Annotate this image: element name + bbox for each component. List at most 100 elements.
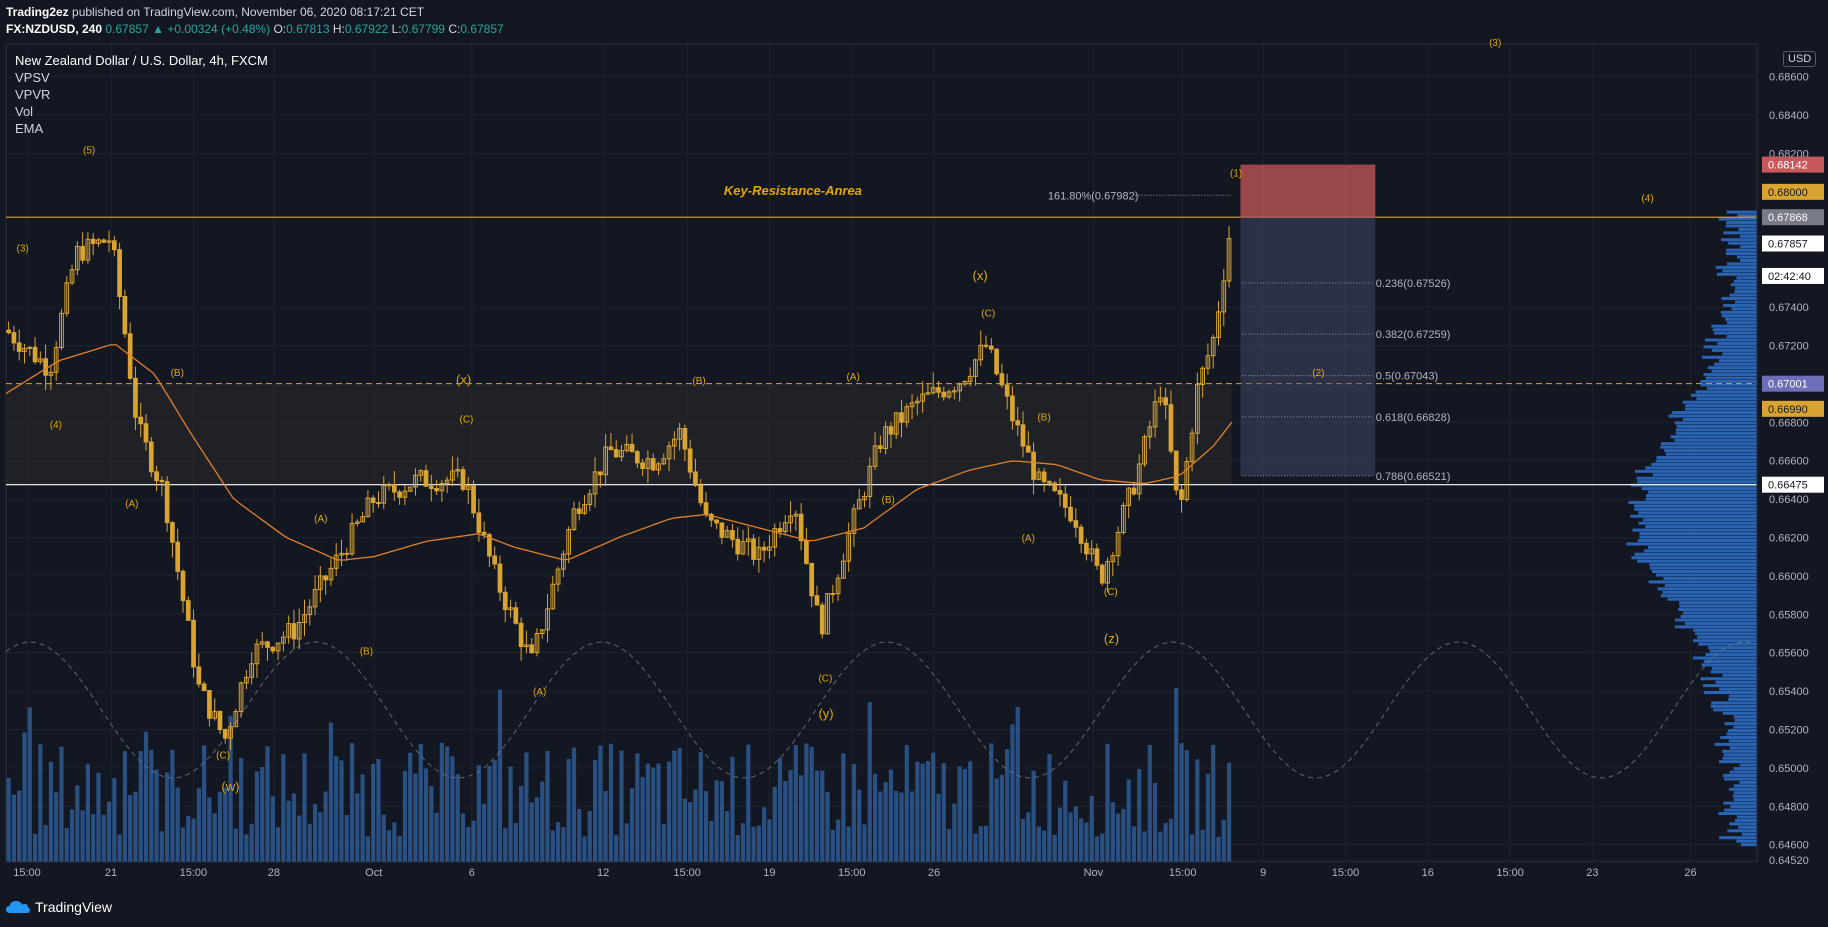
- volume-bar: [265, 746, 270, 862]
- profile-bar: [1718, 359, 1757, 363]
- volume-bar: [392, 822, 397, 862]
- profile-bar: [1733, 767, 1757, 771]
- candle-body: [217, 710, 223, 731]
- volume-bar: [762, 807, 767, 862]
- volume-bar: [371, 763, 376, 862]
- volume-bar: [1189, 834, 1195, 862]
- indicator-vpsv[interactable]: VPSV: [15, 69, 268, 86]
- x-tick-label: 21: [105, 867, 117, 879]
- wave-label: (A): [1022, 533, 1035, 544]
- tradingview-logo[interactable]: TradingView: [6, 899, 112, 915]
- candle-body: [196, 666, 202, 685]
- profile-bar: [1697, 635, 1757, 639]
- volume-bar: [920, 763, 925, 862]
- candle-body: [476, 512, 482, 533]
- currency-badge[interactable]: USD: [1783, 51, 1817, 67]
- volume-bar: [614, 835, 619, 862]
- x-tick-label: 16: [1422, 867, 1434, 879]
- fib-label: 0.382(0.67259): [1376, 329, 1451, 341]
- candle-body: [1073, 520, 1079, 528]
- profile-bar: [1645, 494, 1757, 498]
- volume-bar: [17, 790, 22, 862]
- volume-bar: [1211, 744, 1216, 862]
- candle-body: [719, 522, 725, 538]
- volume-bar: [693, 789, 698, 862]
- indicator-ema[interactable]: EMA: [15, 120, 268, 137]
- candle-body: [714, 519, 719, 524]
- profile-bar: [1733, 784, 1757, 788]
- volume-bar: [492, 760, 497, 862]
- author[interactable]: Trading2ez: [6, 5, 69, 19]
- indicator-vol[interactable]: Vol: [15, 103, 268, 120]
- profile-bar: [1725, 224, 1757, 228]
- volume-bar: [249, 823, 254, 862]
- volume-bar: [550, 830, 555, 862]
- volume-bar: [1015, 707, 1020, 862]
- candle-body: [518, 622, 524, 648]
- volume-bar: [64, 827, 69, 862]
- x-tick-label: 26: [928, 867, 940, 879]
- candle-body: [777, 528, 783, 532]
- profile-bar: [1714, 362, 1757, 366]
- volume-bar: [445, 746, 450, 862]
- profile-bar: [1645, 466, 1757, 470]
- indicator-vpvr[interactable]: VPVR: [15, 86, 268, 103]
- profile-bar: [1739, 780, 1757, 784]
- y-tick-label: 0.64600: [1769, 840, 1809, 852]
- profile-bar: [1638, 511, 1757, 515]
- volume-bar: [529, 802, 534, 862]
- volume-bar: [91, 814, 96, 862]
- y-tick-label: 0.64520: [1769, 855, 1809, 867]
- volume-bar: [233, 828, 238, 862]
- profile-bar: [1630, 514, 1757, 518]
- wave-label: (3): [1489, 38, 1501, 49]
- y-tick-label: 0.65200: [1769, 725, 1809, 737]
- candle-body: [11, 332, 17, 344]
- profile-bar: [1663, 576, 1757, 580]
- fib-label: 0.5(0.67043): [1376, 371, 1438, 383]
- profile-bar: [1710, 670, 1757, 674]
- profile-bar: [1693, 628, 1757, 632]
- profile-bar: [1725, 252, 1757, 256]
- candle-body: [90, 238, 96, 244]
- volume-bar: [117, 834, 122, 862]
- volume-bar: [59, 746, 64, 862]
- profile-bar: [1728, 694, 1757, 698]
- candle-body: [1078, 526, 1084, 544]
- profile-bar: [1670, 435, 1757, 439]
- wave-label: (4): [1641, 193, 1653, 204]
- profile-bar: [1703, 373, 1757, 377]
- wave-label: Key-Resistance-Anrea: [724, 183, 862, 198]
- candle-body: [1041, 471, 1047, 483]
- volume-bar: [925, 761, 931, 862]
- profile-bar: [1734, 818, 1757, 822]
- y-tick-label: 0.66600: [1769, 456, 1809, 468]
- candle-body: [154, 471, 159, 482]
- candle-body: [6, 329, 11, 334]
- candle-body: [576, 508, 582, 514]
- volume-bar: [809, 746, 814, 862]
- volume-bar: [32, 833, 38, 862]
- volume-bar: [186, 815, 191, 862]
- profile-bar: [1668, 414, 1757, 418]
- price-chart[interactable]: 0.236(0.67526) 0.382(0.67259) 0.5(0.67043)…: [0, 0, 1828, 927]
- profile-bar: [1738, 227, 1757, 231]
- profile-bar: [1704, 338, 1757, 342]
- profile-bar: [1634, 552, 1757, 556]
- volume-bar: [571, 747, 577, 862]
- wave-label: (y): [818, 706, 833, 721]
- volume-bar: [1184, 750, 1189, 862]
- x-tick-label: 26: [1684, 867, 1696, 879]
- symbol[interactable]: FX:NZDUSD, 240: [6, 22, 102, 36]
- close-label: C:: [448, 22, 461, 36]
- x-tick-label: Oct: [365, 867, 382, 879]
- volume-bar: [1094, 836, 1100, 862]
- profile-bar: [1651, 462, 1757, 466]
- volume-bar: [38, 744, 43, 862]
- volume-bar: [355, 793, 360, 862]
- volume-bar: [983, 825, 989, 862]
- candle-body: [693, 471, 698, 486]
- profile-bar: [1694, 632, 1757, 636]
- fib-label: 0.786(0.66521): [1376, 471, 1451, 483]
- profile-bar: [1733, 725, 1757, 729]
